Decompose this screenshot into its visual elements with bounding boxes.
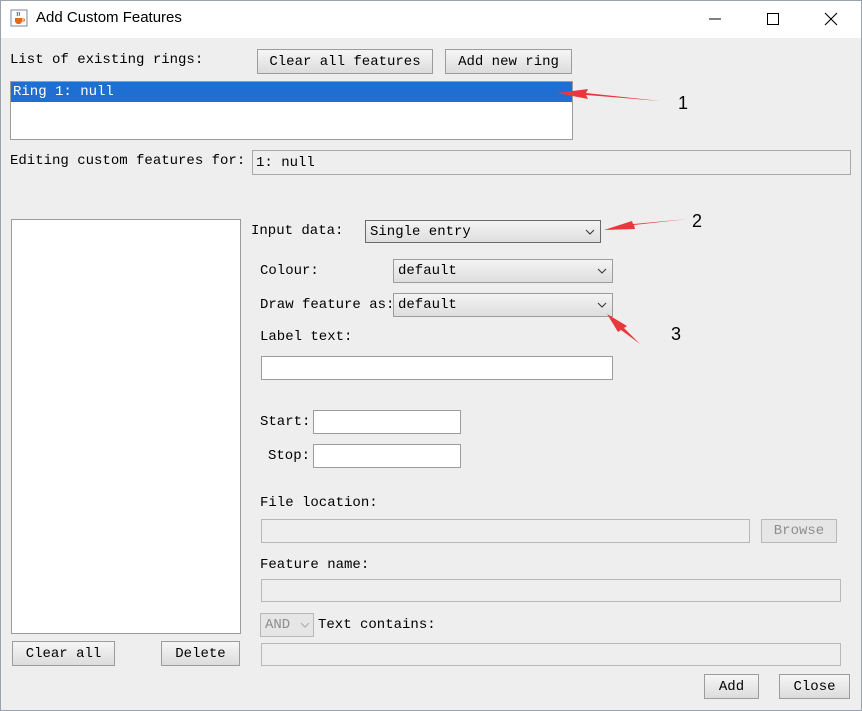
arrow-2-icon <box>604 219 688 230</box>
annotation-number-1: 1 <box>678 93 689 113</box>
annotation-number-3: 3 <box>671 324 682 344</box>
arrow-1-icon <box>557 89 660 101</box>
annotation-number-2: 2 <box>692 211 703 231</box>
arrow-3-icon <box>607 314 640 344</box>
annotation-arrows <box>557 89 688 344</box>
